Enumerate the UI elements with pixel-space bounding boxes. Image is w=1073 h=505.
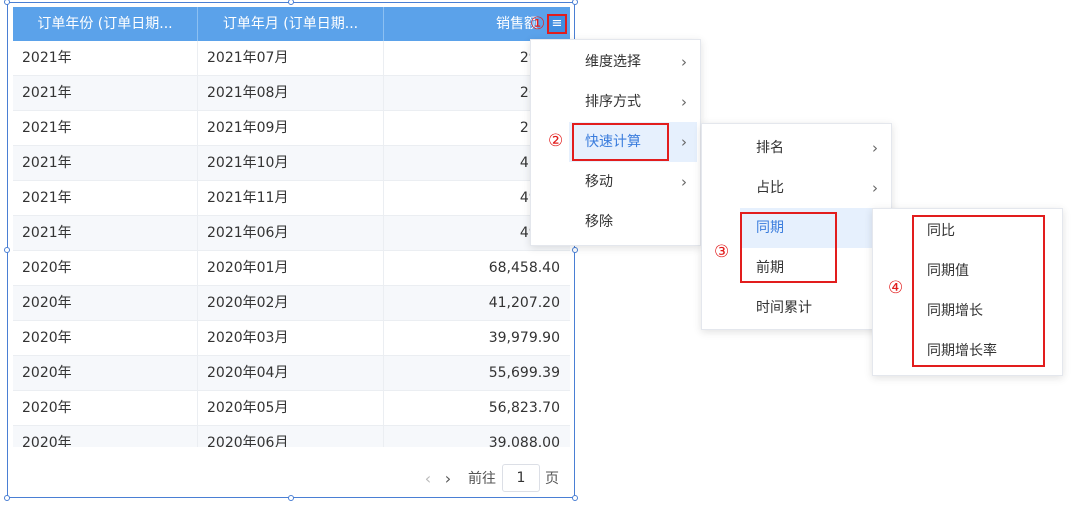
cell-year: 2020年 (13, 391, 198, 425)
cell-year: 2020年 (13, 286, 198, 320)
cell-sales: 41,207.20 (488, 295, 560, 311)
menu-item-label: 占比 (756, 180, 784, 196)
next-page-icon[interactable]: › (438, 469, 458, 488)
table-row[interactable]: 2020年 2020年04月 55,699.39 (13, 356, 570, 391)
cell-year: 2021年 (13, 76, 198, 110)
table-row[interactable]: 2021年2021年10月41,20 (13, 146, 570, 181)
table-row[interactable]: 2021年2021年09月27,63 (13, 111, 570, 146)
data-table: 订单年份 (订单日期... 订单年月 (订单日期... 销售额 ≡ 2021年 2… (13, 7, 570, 447)
annotation-box-same-previous (740, 212, 837, 283)
cell-month: 2021年07月 (198, 41, 384, 75)
annotation-number-2: ② (548, 131, 564, 151)
pagination: ‹ › 前往 1 页 (418, 463, 559, 493)
menu-item-label: 时间累计 (756, 300, 812, 316)
menu-item-cumulative[interactable]: 时间累计 (740, 288, 888, 328)
cell-month: 2020年02月 (198, 286, 384, 320)
cell-year: 2021年 (13, 111, 198, 145)
cell-year: 2021年 (13, 146, 198, 180)
cell-month: 2020年05月 (198, 391, 384, 425)
chevron-right-icon: › (872, 179, 878, 197)
chevron-right-icon: › (681, 133, 687, 151)
cell-month: 2021年11月 (198, 181, 384, 215)
menu-item-proportion[interactable]: 占比 › (740, 168, 888, 208)
menu-item-rank[interactable]: 排名 › (740, 128, 888, 168)
table-row[interactable]: 2020年 2020年05月 56,823.70 (13, 391, 570, 426)
page-suffix-label: 页 (545, 471, 559, 487)
chevron-right-icon: › (681, 93, 687, 111)
table-body: 2021年2021年07月29,752021年2021年08月26,602021… (13, 41, 570, 447)
annotation-box-same-period-options (912, 215, 1045, 367)
cell-month: 2021年06月 (198, 216, 384, 250)
annotation-number-4: ④ (888, 278, 904, 298)
chevron-right-icon: › (681, 173, 687, 191)
resize-handle[interactable] (288, 495, 294, 501)
menu-item-label: 维度选择 (585, 54, 641, 70)
cell-month: 2020年03月 (198, 321, 384, 355)
column-header-month[interactable]: 订单年月 (订单日期... (198, 7, 384, 41)
menu-item-sort[interactable]: 排序方式 › (569, 82, 697, 122)
goto-label: 前往 (468, 471, 496, 487)
table-row[interactable]: 2021年2021年08月26,60 (13, 76, 570, 111)
cell-year: 2021年 (13, 181, 198, 215)
cell-year: 2020年 (13, 356, 198, 390)
column-menu-icon[interactable]: ≡ (547, 14, 567, 34)
table-row[interactable]: 2020年 2020年03月 39,979.90 (13, 321, 570, 356)
resize-handle[interactable] (572, 0, 578, 5)
cell-month: 2021年08月 (198, 76, 384, 110)
cell-month: 2020年01月 (198, 251, 384, 285)
cell-sales: 68,458.40 (488, 260, 560, 276)
column-header-year[interactable]: 订单年份 (订单日期... (13, 7, 198, 41)
cell-year: 2020年 (13, 251, 198, 285)
cell-sales: 56,823.70 (488, 400, 560, 416)
menu-item-label: 排序方式 (585, 94, 641, 110)
prev-page-icon[interactable]: ‹ (418, 469, 438, 488)
menu-item-label: 移除 (585, 214, 613, 230)
cell-year: 2021年 (13, 41, 198, 75)
table-row[interactable]: 2020年 2020年01月 68,458.40 (13, 251, 570, 286)
resize-handle[interactable] (4, 495, 10, 501)
annotation-box-quick-calc (572, 123, 669, 161)
annotation-number-3: ③ (714, 242, 730, 262)
cell-year: 2021年 (13, 216, 198, 250)
chevron-right-icon: › (872, 139, 878, 157)
resize-handle[interactable] (4, 247, 10, 253)
chevron-right-icon: › (681, 53, 687, 71)
menu-item-label: 移动 (585, 174, 613, 190)
cell-sales: 39,088.00 (488, 435, 560, 447)
annotation-number-1: ① (530, 14, 546, 34)
cell-month: 2021年10月 (198, 146, 384, 180)
table-row[interactable]: 2020年 2020年06月 39,088.00 (13, 426, 570, 447)
menu-item-dimension-select[interactable]: 维度选择 › (569, 42, 697, 82)
cell-month: 2020年04月 (198, 356, 384, 390)
page-number-input[interactable]: 1 (502, 464, 540, 492)
table-row[interactable]: 2021年2021年11月49,70 (13, 181, 570, 216)
cell-month: 2020年06月 (198, 426, 384, 447)
menu-item-move[interactable]: 移动 › (569, 162, 697, 202)
menu-item-remove[interactable]: 移除 (569, 202, 697, 242)
table-row[interactable]: 2021年2021年07月29,75 (13, 41, 570, 76)
cell-month: 2021年09月 (198, 111, 384, 145)
table-row[interactable]: 2020年 2020年02月 41,207.20 (13, 286, 570, 321)
cell-sales: 55,699.39 (488, 365, 560, 381)
cell-year: 2020年 (13, 321, 198, 355)
cell-year: 2020年 (13, 426, 198, 447)
menu-item-label: 排名 (756, 140, 784, 156)
table-row[interactable]: 2021年2021年06月49,18 (13, 216, 570, 251)
table-header: 订单年份 (订单日期... 订单年月 (订单日期... 销售额 ≡ (13, 7, 570, 41)
cell-sales: 39,979.90 (488, 330, 560, 346)
resize-handle[interactable] (572, 247, 578, 253)
resize-handle[interactable] (572, 495, 578, 501)
